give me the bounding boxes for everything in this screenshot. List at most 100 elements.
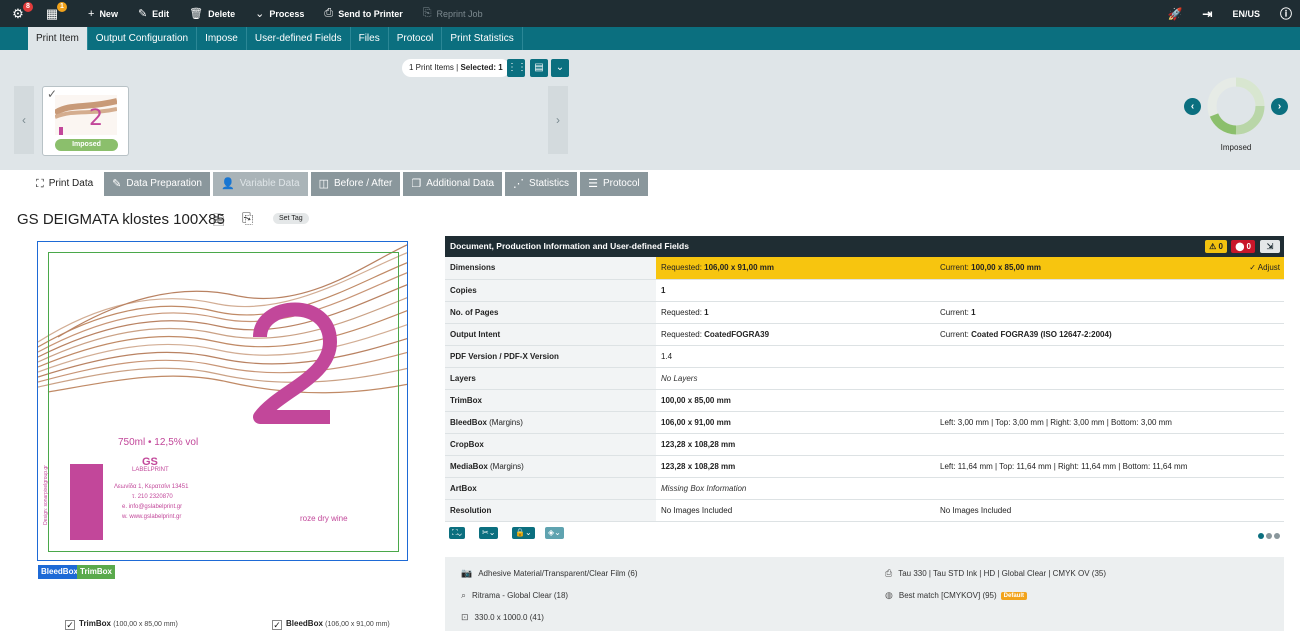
subtab-print-data[interactable]: ⛶ Print Data <box>28 172 102 196</box>
carousel-prev-arrow[interactable]: ‹ <box>14 86 34 154</box>
edit-button[interactable]: ✎ Edit <box>138 7 169 20</box>
adjust-button[interactable]: ✓ Adjust <box>1249 263 1280 272</box>
address-line-4: w. www.gslabelprint.gr <box>122 514 182 520</box>
bleedbox-toggle[interactable]: ✓ BleedBox (106,00 x 91,00 mm) <box>272 619 390 630</box>
chevron-down-icon: ⌄ <box>255 8 265 20</box>
edit-doc-icon: ✎ <box>112 178 122 190</box>
chart-icon: ⋰ <box>513 178 525 190</box>
view-grid-button[interactable]: ▤ <box>530 59 548 77</box>
logout-icon[interactable]: ⇥ <box>1202 7 1212 21</box>
table-cell-key: PDF Version / PDF-X Version <box>445 345 656 368</box>
table-row: TrimBox 100,00 x 85,00 mm <box>445 389 1284 412</box>
document-info-icon[interactable]: 🗎 <box>213 210 224 234</box>
process-button[interactable]: ⌄ Process <box>255 7 304 20</box>
table-cell-current: Left: 3,00 mm | Top: 3,00 mm | Right: 3,… <box>935 411 1284 434</box>
tab-print-statistics[interactable]: Print Statistics <box>442 27 523 50</box>
send-to-printer-button[interactable]: ⎙ Send to Printer <box>324 7 402 20</box>
reprint-job-button[interactable]: ⎘ Reprint Job <box>423 7 483 20</box>
table-cell-current: Current: 100,00 x 85,00 mm ✓ Adjust <box>935 257 1284 280</box>
carousel-next-arrow[interactable]: › <box>548 86 568 154</box>
cut-tool-button[interactable]: ✂⌄ <box>479 526 499 539</box>
help-icon[interactable]: ⓘ <box>1280 5 1292 22</box>
table-cell-key: Copies <box>445 279 656 302</box>
table-row: Resolution No Images Included No Images In… <box>445 499 1284 522</box>
default-badge: Default <box>1000 592 1028 600</box>
compare-icon: ◫ <box>318 178 329 190</box>
pagination-dots[interactable] <box>1256 530 1280 542</box>
tab-output-configuration[interactable]: Output Configuration <box>88 27 198 50</box>
tab-protocol[interactable]: Protocol <box>389 27 443 50</box>
main-tabs: Print Item Output Configuration Impose U… <box>0 27 1300 50</box>
table-cell-current <box>935 345 1284 368</box>
user-icon: 👤 <box>221 178 235 190</box>
subtab-protocol[interactable]: ☰ Protocol <box>580 172 648 196</box>
error-count-badge[interactable]: ⬤ 0 <box>1231 240 1255 253</box>
view-list-button[interactable]: ⋮⋮ <box>507 59 527 77</box>
trimbox-toggle[interactable]: ✓ TrimBox (100,00 x 85,00 mm) <box>65 619 178 630</box>
warning-count-badge[interactable]: ⚠ 0 <box>1205 240 1227 253</box>
status-prev-button[interactable]: ‹ <box>1184 98 1201 115</box>
table-cell-value: 1 <box>656 279 935 302</box>
volume-text: 750ml • 12,5% vol <box>118 437 199 448</box>
sub-tabs: ⛶ Print Data ✎ Data Preparation 👤 Variable … <box>28 172 648 196</box>
subtab-statistics[interactable]: ⋰ Statistics <box>505 172 578 196</box>
panel-title: Document, Production Information and Use… <box>450 241 689 251</box>
table-row: ArtBox Missing Box Information <box>445 477 1284 500</box>
table-cell-value: 123,28 x 108,28 mm <box>656 433 935 456</box>
palette-icon: ◍ <box>885 590 893 600</box>
imposed-status-badge: Imposed <box>55 139 118 151</box>
view-dropdown-button[interactable]: ⌄ <box>551 59 569 77</box>
copy-icon[interactable]: ⎘ <box>242 210 253 227</box>
table-row: PDF Version / PDF-X Version 1.4 <box>445 345 1284 368</box>
table-cell-key: Output Intent <box>445 323 656 346</box>
trimbox-outline <box>48 252 399 552</box>
status-next-button[interactable]: › <box>1271 98 1288 115</box>
table-cell-value: No Layers <box>656 367 935 390</box>
new-button[interactable]: + New <box>88 8 118 20</box>
table-row: BleedBox (Margins) 106,00 x 91,00 mm Left:… <box>445 411 1284 434</box>
box-tool-button[interactable]: ⛶⌄ <box>449 526 465 539</box>
subtab-data-preparation[interactable]: ✎ Data Preparation <box>104 172 210 196</box>
document-info-panel: Document, Production Information and Use… <box>445 236 1284 543</box>
table-row: Output Intent Requested: CoatedFOGRA39 Cur… <box>445 323 1284 346</box>
dimension-icon: ⊡ <box>461 612 469 622</box>
plus-icon: + <box>88 7 95 20</box>
subtab-additional-data[interactable]: ❐ Additional Data <box>403 172 503 196</box>
set-tag-button[interactable]: Set Tag <box>273 213 309 224</box>
queue-icon[interactable]: ▦ 1 <box>40 1 67 23</box>
print-data-icon: ⛶ <box>36 178 44 190</box>
tab-files[interactable]: Files <box>351 27 389 50</box>
table-cell-key: MediaBox (Margins) <box>445 455 656 478</box>
jobs-icon[interactable]: ⚙ 8 <box>6 1 33 23</box>
address-line-1: Λεωνίδα 1, Κερατσίνι 13451 <box>114 484 189 490</box>
lock-tool-button[interactable]: 🔒⌄ <box>512 526 535 539</box>
panel-toolbar: ⛶⌄ ✂⌄ 🔒⌄ ◈⌄ <box>445 526 1284 543</box>
table-cell-value: Requested: 1 <box>656 301 935 324</box>
printer-ink-item: ⎙ Tau 330 | Tau STD Ink | HD | Global Cle… <box>885 568 1106 578</box>
info-table: Dimensions Requested: 106,00 x 91,00 mm Cu… <box>445 257 1284 522</box>
substrate-item: ⌕ Ritrama - Global Clear (18) <box>461 590 569 600</box>
tab-impose[interactable]: Impose <box>197 27 247 50</box>
export-icon[interactable]: ⇲ <box>1260 240 1280 253</box>
layers-tool-button[interactable]: ◈⌄ <box>545 526 564 539</box>
tab-user-defined-fields[interactable]: User-defined Fields <box>247 27 351 50</box>
error-icon: ⬤ <box>1235 242 1245 251</box>
table-cell-value: No Images Included <box>656 499 935 522</box>
table-cell-value: Requested: 106,00 x 91,00 mm <box>656 257 935 280</box>
top-bar: ⚙ 8 ▦ 1 + New ✎ Edit 🗑 Delete ⌄ Process ⎙ Send … <box>0 0 1300 27</box>
table-cell-current: Current: 1 <box>935 301 1284 324</box>
selection-info: 1 Print Items | Selected: 1 <box>402 59 510 77</box>
table-cell-key: Dimensions <box>445 257 656 280</box>
print-item-thumbnail[interactable]: ✓ 2 Imposed <box>42 86 129 156</box>
table-cell-value: Requested: CoatedFOGRA39 <box>656 323 935 346</box>
language-selector[interactable]: EN/US <box>1232 9 1260 19</box>
list-icon: ☰ <box>588 178 598 190</box>
pencil-icon: ✎ <box>137 8 148 20</box>
rocket-icon[interactable]: 🚀 <box>1167 7 1182 21</box>
tab-print-item[interactable]: Print Item <box>28 27 88 50</box>
subtab-before-after[interactable]: ◫ Before / After <box>310 172 401 196</box>
trash-icon: 🗑 <box>189 8 204 20</box>
subtab-variable-data[interactable]: 👤 Variable Data <box>213 172 308 196</box>
panel-header: Document, Production Information and Use… <box>445 236 1284 257</box>
delete-button[interactable]: 🗑 Delete <box>189 7 235 20</box>
